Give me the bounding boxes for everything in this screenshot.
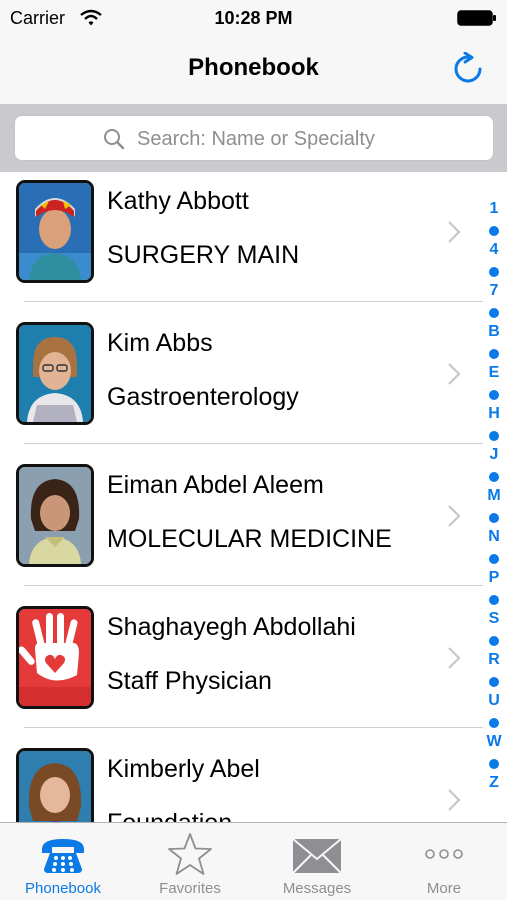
refresh-icon[interactable] (451, 52, 485, 86)
search-placeholder: Search: Name or Specialty (137, 128, 375, 150)
contact-subtitle: SURGERY MAIN (107, 241, 300, 269)
contact-photo (16, 464, 94, 567)
index-dot[interactable] (489, 677, 499, 687)
index-item-7[interactable]: 7 (482, 282, 506, 300)
index-dot[interactable] (489, 308, 499, 318)
tab-label: Favorites (159, 880, 221, 897)
status-bar: Carrier 10:28 PM (0, 0, 507, 36)
contact-row[interactable]: Kathy Abbott SURGERY MAIN (0, 172, 507, 314)
search-icon (104, 129, 125, 150)
chevron-right-icon (448, 221, 461, 243)
index-dot[interactable] (489, 431, 499, 441)
contact-row[interactable]: Kimberly Abel Foundation (0, 740, 507, 822)
contact-name: Kathy Abbott (107, 187, 249, 215)
tab-bar: Phonebook Favorites Messages More (0, 822, 507, 900)
contact-subtitle: Foundation (107, 809, 232, 822)
chevron-right-icon (448, 505, 461, 527)
index-dot[interactable] (489, 513, 499, 523)
star-icon (168, 833, 212, 875)
contact-photo (16, 606, 94, 709)
index-dot[interactable] (489, 472, 499, 482)
contact-name: Eiman Abdel Aleem (107, 471, 324, 499)
tab-label: Messages (282, 880, 352, 897)
phone-icon (42, 839, 84, 873)
contact-row[interactable]: Kim Abbs Gastroenterology (0, 314, 507, 456)
index-dot[interactable] (489, 759, 499, 769)
tab-label: More (426, 880, 462, 897)
row-separator (24, 727, 483, 728)
index-item-r[interactable]: R (482, 651, 506, 669)
index-dot[interactable] (489, 226, 499, 236)
status-time: 10:28 PM (214, 8, 293, 28)
contact-photo (16, 322, 94, 425)
page-title: Phonebook (188, 54, 319, 81)
contact-subtitle: Staff Physician (107, 667, 272, 695)
tab-favorites[interactable]: Favorites (127, 823, 253, 900)
contact-row[interactable]: Eiman Abdel Aleem MOLECULAR MEDICINE (0, 456, 507, 598)
chevron-right-icon (448, 789, 461, 811)
envelope-icon (292, 838, 342, 874)
contact-subtitle: Gastroenterology (107, 383, 299, 411)
contact-photo (16, 180, 94, 283)
contact-subtitle: MOLECULAR MEDICINE (107, 525, 392, 553)
chevron-right-icon (448, 363, 461, 385)
index-dot[interactable] (489, 554, 499, 564)
index-item-n[interactable]: N (482, 528, 506, 546)
row-separator (24, 301, 483, 302)
index-dot[interactable] (489, 718, 499, 728)
index-dot[interactable] (489, 390, 499, 400)
index-item-z[interactable]: Z (482, 774, 506, 792)
index-dot[interactable] (489, 267, 499, 277)
tab-label: Phonebook (25, 880, 101, 897)
tab-phonebook[interactable]: Phonebook (0, 823, 126, 900)
row-separator (24, 443, 483, 444)
index-item-p[interactable]: P (482, 569, 506, 587)
battery-icon (457, 10, 496, 26)
index-item-s[interactable]: S (482, 610, 506, 628)
contact-list: Kathy Abbott SURGERY MAIN Kim Abbs Gastr… (0, 172, 507, 822)
index-item-w[interactable]: W (482, 733, 506, 751)
index-item-4[interactable]: 4 (482, 241, 506, 259)
more-icon (425, 849, 463, 859)
index-dot[interactable] (489, 349, 499, 359)
navigation-bar: Phonebook (0, 36, 507, 104)
search-bar: Search: Name or Specialty (0, 104, 507, 172)
index-item-b[interactable]: B (482, 323, 506, 341)
index-item-h[interactable]: H (482, 405, 506, 423)
index-item-u[interactable]: U (482, 692, 506, 710)
contact-row[interactable]: Shaghayegh Abdollahi Staff Physician (0, 598, 507, 740)
index-item-e[interactable]: E (482, 364, 506, 382)
search-input[interactable]: Search: Name or Specialty (14, 115, 494, 161)
contact-photo (16, 748, 94, 822)
section-index[interactable]: 1 4 7 B E H J M N P S R U W Z (482, 200, 506, 800)
index-item-1[interactable]: 1 (482, 200, 506, 218)
tab-messages[interactable]: Messages (254, 823, 380, 900)
chevron-right-icon (448, 647, 461, 669)
row-separator (24, 585, 483, 586)
index-item-j[interactable]: J (482, 446, 506, 464)
tab-more[interactable]: More (381, 823, 507, 900)
contact-name: Kim Abbs (107, 329, 213, 357)
index-dot[interactable] (489, 636, 499, 646)
index-dot[interactable] (489, 595, 499, 605)
index-item-m[interactable]: M (482, 487, 506, 505)
contact-name: Shaghayegh Abdollahi (107, 613, 356, 641)
contact-name: Kimberly Abel (107, 755, 260, 783)
